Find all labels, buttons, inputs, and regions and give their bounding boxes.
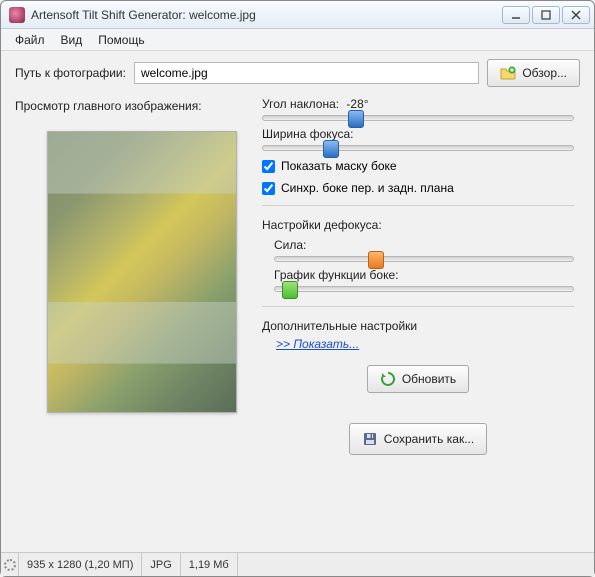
strength-label: Сила:	[274, 238, 574, 252]
app-window: Artensoft Tilt Shift Generator: welcome.…	[0, 0, 595, 577]
left-column: Просмотр главного изображения:	[15, 97, 250, 548]
focus-width-slider[interactable]	[262, 145, 574, 151]
status-size: 1,19 Мб	[181, 553, 238, 576]
angle-knob[interactable]	[348, 110, 364, 128]
sync-bokeh-label: Синхр. боке пер. и задн. плана	[281, 181, 454, 195]
statusbar: 935 x 1280 (1,20 МП) JPG 1,19 Мб	[1, 552, 594, 576]
refresh-icon	[380, 371, 396, 387]
preview-label: Просмотр главного изображения:	[15, 99, 250, 113]
main-split: Просмотр главного изображения: Угол накл…	[15, 97, 580, 548]
sync-bokeh-checkbox[interactable]	[262, 182, 275, 195]
show-more-link[interactable]: >> Показать...	[276, 337, 574, 351]
refresh-button[interactable]: Обновить	[367, 365, 469, 393]
menu-view[interactable]: Вид	[61, 33, 83, 47]
window-buttons	[502, 6, 590, 24]
maximize-icon	[538, 7, 554, 23]
menu-file[interactable]: Файл	[15, 33, 45, 47]
divider-1	[262, 205, 574, 206]
graph-slider[interactable]	[274, 286, 574, 292]
minimize-button[interactable]	[502, 6, 530, 24]
graph-knob[interactable]	[282, 281, 298, 299]
strength-knob[interactable]	[368, 251, 384, 269]
save-as-label: Сохранить как...	[384, 432, 474, 446]
close-button[interactable]	[562, 6, 590, 24]
folder-open-icon	[500, 65, 516, 81]
path-label: Путь к фотографии:	[15, 66, 126, 80]
refresh-label: Обновить	[402, 372, 456, 386]
menubar: Файл Вид Помощь	[1, 29, 594, 51]
browse-label: Обзор...	[522, 66, 567, 80]
spinner-icon	[4, 559, 16, 571]
maximize-button[interactable]	[532, 6, 560, 24]
show-mask-row[interactable]: Показать маску боке	[262, 159, 574, 173]
save-icon	[362, 431, 378, 447]
strength-track[interactable]	[274, 256, 574, 262]
app-icon	[9, 7, 25, 23]
right-column: Угол наклона: -28° Ширина фокуса: П	[262, 97, 580, 548]
focus-width-knob[interactable]	[323, 140, 339, 158]
titlebar: Artensoft Tilt Shift Generator: welcome.…	[1, 1, 594, 29]
status-format: JPG	[142, 553, 180, 576]
content-area: Путь к фотографии: Обзор... Просмотр гла…	[1, 51, 594, 552]
save-as-button[interactable]: Сохранить как...	[349, 423, 487, 455]
browse-button[interactable]: Обзор...	[487, 59, 580, 87]
defocus-label: Настройки дефокуса:	[262, 218, 574, 232]
close-icon	[568, 7, 584, 23]
angle-slider[interactable]	[262, 115, 574, 121]
angle-value: -28°	[346, 97, 368, 111]
window-title: Artensoft Tilt Shift Generator: welcome.…	[31, 8, 502, 22]
preview-image	[47, 131, 237, 413]
status-dimensions: 935 x 1280 (1,20 МП)	[19, 553, 142, 576]
show-mask-label: Показать маску боке	[281, 159, 397, 173]
graph-track[interactable]	[274, 286, 574, 292]
minimize-icon	[508, 7, 524, 23]
status-spinner-cell	[1, 553, 19, 576]
graph-label: График функции боке:	[274, 268, 574, 282]
path-row: Путь к фотографии: Обзор...	[15, 59, 580, 87]
divider-2	[262, 306, 574, 307]
strength-slider[interactable]	[274, 256, 574, 262]
angle-row: Угол наклона: -28°	[262, 97, 574, 111]
angle-track[interactable]	[262, 115, 574, 121]
focus-width-track[interactable]	[262, 145, 574, 151]
menu-help[interactable]: Помощь	[98, 33, 144, 47]
angle-label: Угол наклона:	[262, 97, 339, 111]
more-settings-label: Дополнительные настройки	[262, 319, 574, 333]
show-mask-checkbox[interactable]	[262, 160, 275, 173]
focus-width-label: Ширина фокуса:	[262, 127, 574, 141]
path-input[interactable]	[134, 62, 479, 84]
sync-bokeh-row[interactable]: Синхр. боке пер. и задн. плана	[262, 181, 574, 195]
